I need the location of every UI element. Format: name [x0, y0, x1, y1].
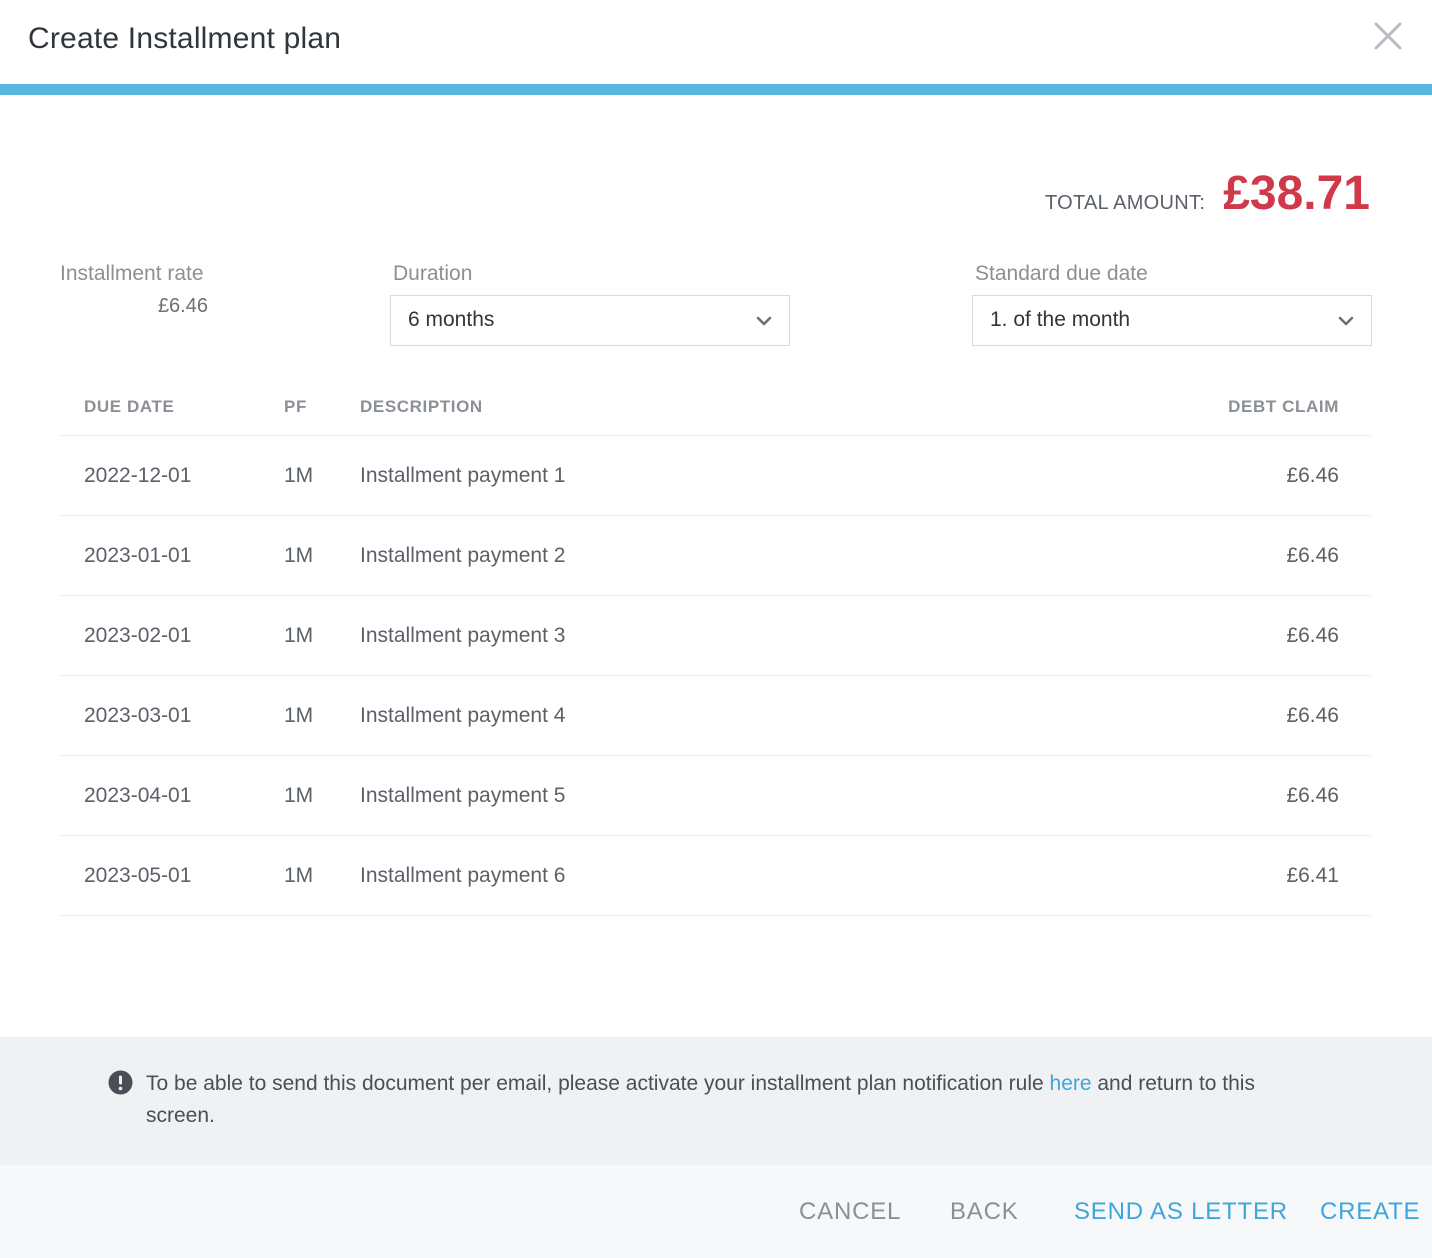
row-due-date: 2023-02-01	[60, 595, 284, 676]
accent-bar	[0, 84, 1432, 95]
row-description: Installment payment 4	[360, 675, 957, 756]
row-pf: 1M	[284, 595, 360, 676]
cancel-button[interactable]: CANCEL	[799, 1198, 901, 1226]
row-description: Installment payment 2	[360, 515, 957, 596]
table-header-row: DUE DATE PF DESCRIPTION DEBT CLAIM	[60, 378, 1371, 436]
row-due-date: 2023-04-01	[60, 755, 284, 836]
close-icon[interactable]	[1370, 18, 1406, 54]
dialog-title: Create Installment plan	[28, 22, 342, 55]
header-pf: PF	[284, 378, 360, 436]
table-row: 2023-02-01 1M Installment payment 3 £6.4…	[60, 595, 1371, 676]
back-button[interactable]: BACK	[950, 1198, 1019, 1226]
header-due-date: DUE DATE	[60, 378, 284, 436]
chevron-down-icon	[755, 312, 773, 330]
send-as-letter-button[interactable]: SEND AS LETTER	[1074, 1198, 1288, 1226]
row-debt-claim: £6.46	[956, 595, 1371, 676]
exclamation-circle-icon	[108, 1070, 133, 1095]
duration-select[interactable]: 6 months	[390, 295, 790, 346]
create-button[interactable]: CREATE	[1320, 1198, 1420, 1226]
row-due-date: 2023-05-01	[60, 835, 284, 916]
row-debt-claim: £6.46	[956, 435, 1371, 516]
row-description: Installment payment 6	[360, 835, 957, 916]
dialog-header: Create Installment plan	[0, 0, 1432, 84]
table-row: 2023-01-01 1M Installment payment 2 £6.4…	[60, 515, 1371, 596]
duration-label: Duration	[393, 262, 473, 285]
chevron-down-icon	[1337, 312, 1355, 330]
row-pf: 1M	[284, 435, 360, 516]
table-row: 2023-03-01 1M Installment payment 4 £6.4…	[60, 675, 1371, 756]
row-description: Installment payment 1	[360, 435, 957, 516]
due-date-select-value: 1. of the month	[990, 308, 1131, 331]
row-due-date: 2022-12-01	[60, 435, 284, 516]
total-amount: TOTAL AMOUNT: £38.71	[1045, 166, 1370, 221]
installment-rate-label: Installment rate	[60, 262, 204, 285]
row-description: Installment payment 5	[360, 755, 957, 836]
notification-rule-link[interactable]: here	[1050, 1072, 1092, 1095]
notice-text-before: To be able to send this document per ema…	[146, 1072, 1050, 1095]
row-debt-claim: £6.46	[956, 675, 1371, 756]
row-pf: 1M	[284, 515, 360, 596]
header-debt-claim: DEBT CLAIM	[956, 378, 1371, 436]
row-due-date: 2023-03-01	[60, 675, 284, 756]
email-notice-text: To be able to send this document per ema…	[146, 1068, 1306, 1132]
due-date-select[interactable]: 1. of the month	[972, 295, 1372, 346]
row-pf: 1M	[284, 755, 360, 836]
table-row: 2023-05-01 1M Installment payment 6 £6.4…	[60, 835, 1371, 916]
row-debt-claim: £6.46	[956, 515, 1371, 596]
header-description: DESCRIPTION	[360, 378, 957, 436]
row-pf: 1M	[284, 835, 360, 916]
table-row: 2022-12-01 1M Installment payment 1 £6.4…	[60, 435, 1371, 516]
table-row: 2023-04-01 1M Installment payment 5 £6.4…	[60, 755, 1371, 836]
total-amount-value: £38.71	[1223, 167, 1370, 220]
row-debt-claim: £6.41	[956, 835, 1371, 916]
installment-rate-value: £6.46	[157, 295, 208, 317]
row-due-date: 2023-01-01	[60, 515, 284, 596]
duration-select-value: 6 months	[408, 308, 495, 331]
due-date-label: Standard due date	[975, 262, 1148, 285]
row-pf: 1M	[284, 675, 360, 756]
installment-table: DUE DATE PF DESCRIPTION DEBT CLAIM 2022-…	[60, 378, 1371, 916]
row-debt-claim: £6.46	[956, 755, 1371, 836]
row-description: Installment payment 3	[360, 595, 957, 676]
total-amount-label: TOTAL AMOUNT:	[1044, 192, 1206, 214]
